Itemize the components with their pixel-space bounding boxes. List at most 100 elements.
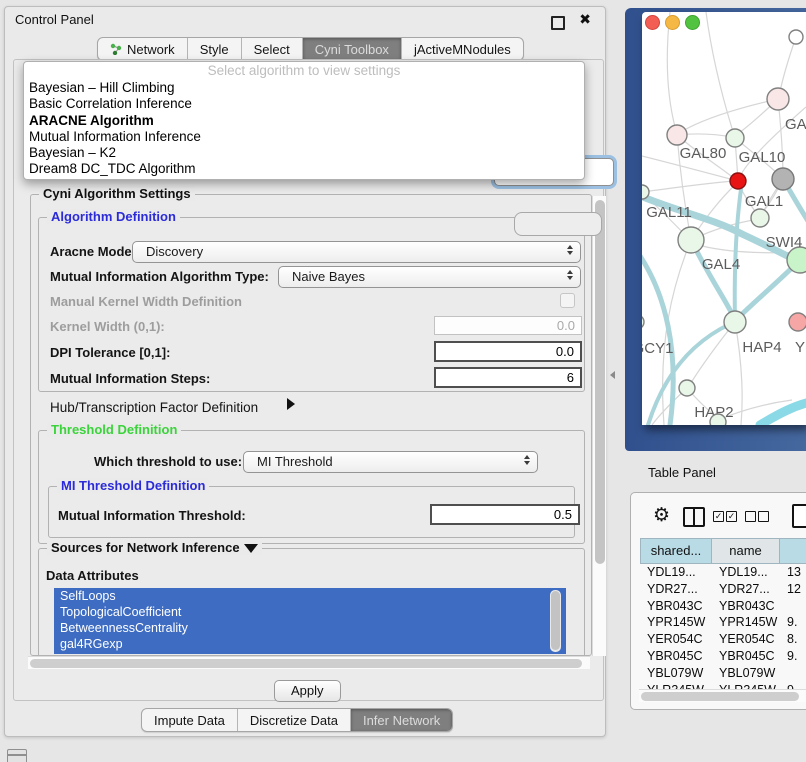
data-attributes-list[interactable]: SelfLoopsTopologicalCoefficientBetweenne… — [54, 588, 566, 654]
float-window-icon[interactable] — [551, 16, 565, 30]
table-row[interactable]: YBR043CYBR043C — [640, 598, 806, 615]
table-row[interactable]: YER054CYER054C8. — [640, 631, 806, 648]
mi-type-label: Mutual Information Algorithm Type: — [50, 269, 269, 284]
checkbox-unchecked-icon[interactable] — [745, 511, 756, 522]
attribute-list-item[interactable]: TopologicalCoefficient — [54, 604, 566, 620]
mi-algorithm-type-combobox[interactable]: Naive Bayes — [278, 266, 581, 288]
table-row[interactable]: YDR27...YDR27...12 — [640, 581, 806, 598]
document-icon[interactable] — [792, 504, 806, 528]
attribute-list-item[interactable]: gal4RGexp — [54, 636, 566, 652]
table-cell: YDL19... — [640, 564, 712, 581]
tab-label: Infer Network — [363, 713, 440, 728]
aracne-mode-value: Discovery — [146, 244, 203, 259]
tab-style[interactable]: Style — [188, 38, 242, 60]
tab-network[interactable]: Network — [98, 38, 188, 60]
table-header-cell[interactable]: name — [712, 538, 780, 564]
tab-impute-data[interactable]: Impute Data — [142, 709, 238, 731]
settings-horizontal-scrollbar[interactable] — [28, 656, 590, 669]
checkbox-unchecked-icon[interactable] — [758, 511, 769, 522]
mi-steps-label: Mutual Information Steps: — [50, 371, 210, 386]
table-horizontal-scrollbar[interactable] — [639, 689, 806, 702]
columns-icon[interactable] — [683, 507, 705, 527]
table-cell: 12 — [780, 581, 806, 598]
collapse-down-icon[interactable] — [244, 544, 258, 553]
network-node[interactable] — [772, 168, 794, 190]
network-node[interactable] — [730, 173, 746, 189]
tab-cyni-toolbox[interactable]: Cyni Toolbox — [303, 38, 402, 60]
sources-title: Sources for Network Inference — [47, 540, 262, 555]
network-view-window[interactable]: GALGAL80GAL10GAL11GAL1SWI4GAL4GCY1HAP4YH… — [642, 12, 806, 425]
network-node-y[interactable] — [789, 313, 806, 331]
combo-stepper-icon — [524, 455, 530, 465]
network-node-gal[interactable] — [767, 88, 789, 110]
network-node-hap2[interactable] — [679, 380, 695, 396]
mi-steps-field[interactable]: 6 — [434, 367, 582, 388]
gear-icon[interactable]: ⚙ — [653, 506, 670, 525]
kernel-width-field[interactable]: 0.0 — [434, 316, 582, 335]
apply-button[interactable]: Apply — [274, 680, 341, 702]
network-node-gal80[interactable] — [667, 125, 687, 145]
close-window-icon[interactable]: ✖ — [579, 11, 591, 28]
network-node-label: GAL11 — [646, 204, 692, 221]
network-canvas[interactable]: GALGAL80GAL10GAL11GAL1SWI4GAL4GCY1HAP4YH… — [642, 12, 806, 425]
bottom-tabbar: Impute DataDiscretize Data Infer Network — [141, 708, 453, 732]
dropdown-item[interactable]: Mutual Information Inference — [24, 129, 584, 145]
table-row[interactable]: YPR145WYPR145W9. — [640, 614, 806, 631]
cyni-algorithm-settings-title: Cyni Algorithm Settings — [39, 186, 195, 201]
network-node[interactable] — [789, 30, 803, 44]
which-threshold-combobox[interactable]: MI Threshold — [243, 451, 538, 473]
traffic-zoom-icon[interactable] — [685, 15, 700, 30]
dpi-tolerance-field[interactable]: 0.0 — [434, 341, 582, 362]
table-cell: YDR27... — [712, 581, 780, 598]
tab-label: jActiveMNodules — [414, 42, 511, 57]
network-node-gal10[interactable] — [726, 129, 744, 147]
network-node-gal1[interactable] — [751, 209, 769, 227]
table-row[interactable]: YBL079WYBL079W — [640, 665, 806, 682]
settings-vertical-scrollbar[interactable] — [592, 196, 606, 656]
traffic-minimize-icon[interactable] — [665, 15, 680, 30]
mi-threshold-field[interactable]: 0.5 — [430, 504, 580, 525]
network-node-hap4[interactable] — [724, 311, 746, 333]
network-node-label: GCY1 — [642, 340, 673, 357]
tab-infer-network[interactable]: Infer Network — [351, 709, 452, 731]
network-node[interactable] — [710, 414, 726, 425]
table-cell: YDR27... — [640, 581, 712, 598]
aracne-mode-combobox[interactable]: Discovery — [132, 241, 581, 263]
application-root: Control Panel ✖ NetworkStyleSelectCyni T… — [0, 0, 806, 762]
table-header-cell[interactable] — [780, 538, 806, 564]
tab-discretize-data[interactable]: Discretize Data — [238, 709, 351, 731]
table-header-row[interactable]: shared...name — [640, 538, 806, 564]
dropdown-item[interactable]: ARACNE Algorithm — [24, 113, 584, 129]
table-body[interactable]: YDL19...YDL19...13YDR27...YDR27...12YBR0… — [640, 564, 806, 701]
control-panel-tabbar: Network StyleSelectCyni Toolbox jActiveMNo… — [97, 37, 524, 61]
minimized-panel-icon[interactable] — [7, 749, 27, 762]
checkbox-checked-icon[interactable]: ✓ — [713, 511, 724, 522]
table-cell: 8. — [780, 631, 806, 648]
dropdown-item[interactable]: Dream8 DC_TDC Algorithm — [24, 161, 584, 177]
hub-definition-label[interactable]: Hub/Transcription Factor Definition — [50, 400, 258, 415]
table-header-cell[interactable]: shared... — [640, 538, 712, 564]
combo-stepper-icon — [567, 270, 573, 280]
mi-threshold-definition-title: MI Threshold Definition — [57, 478, 209, 493]
tab-select[interactable]: Select — [242, 38, 303, 60]
table-row[interactable]: YBR045CYBR045C9. — [640, 648, 806, 665]
dropdown-item[interactable]: Bayesian – Hill Climbing — [24, 80, 584, 96]
dropdown-item[interactable]: Bayesian – K2 — [24, 145, 584, 161]
table-row[interactable]: YDL19...YDL19...13 — [640, 564, 806, 581]
network-node-gal4[interactable] — [678, 227, 704, 253]
network-node-gcy1[interactable] — [642, 315, 644, 329]
traffic-close-icon[interactable] — [645, 15, 660, 30]
checkbox-checked-icon[interactable]: ✓ — [726, 511, 737, 522]
attribute-list-item[interactable]: SelfLoops — [54, 588, 566, 604]
table-cell: YBR043C — [640, 598, 712, 615]
panel-divider-collapse-icon[interactable] — [610, 371, 615, 379]
dropdown-item[interactable]: Basic Correlation Inference — [24, 96, 584, 112]
table-cell: 9. — [780, 614, 806, 631]
attribute-list-item[interactable]: BetweennessCentrality — [54, 620, 566, 636]
attribute-list-scrollbar[interactable] — [550, 590, 561, 652]
manual-kernel-width-checkbox[interactable] — [560, 293, 575, 308]
algorithm-dropdown-prompt: Select algorithm to view settings — [24, 62, 584, 80]
tab-jactivemnodules[interactable]: jActiveMNodules — [402, 38, 523, 60]
expand-right-icon[interactable] — [287, 398, 295, 410]
tab-label: Network — [127, 42, 175, 57]
